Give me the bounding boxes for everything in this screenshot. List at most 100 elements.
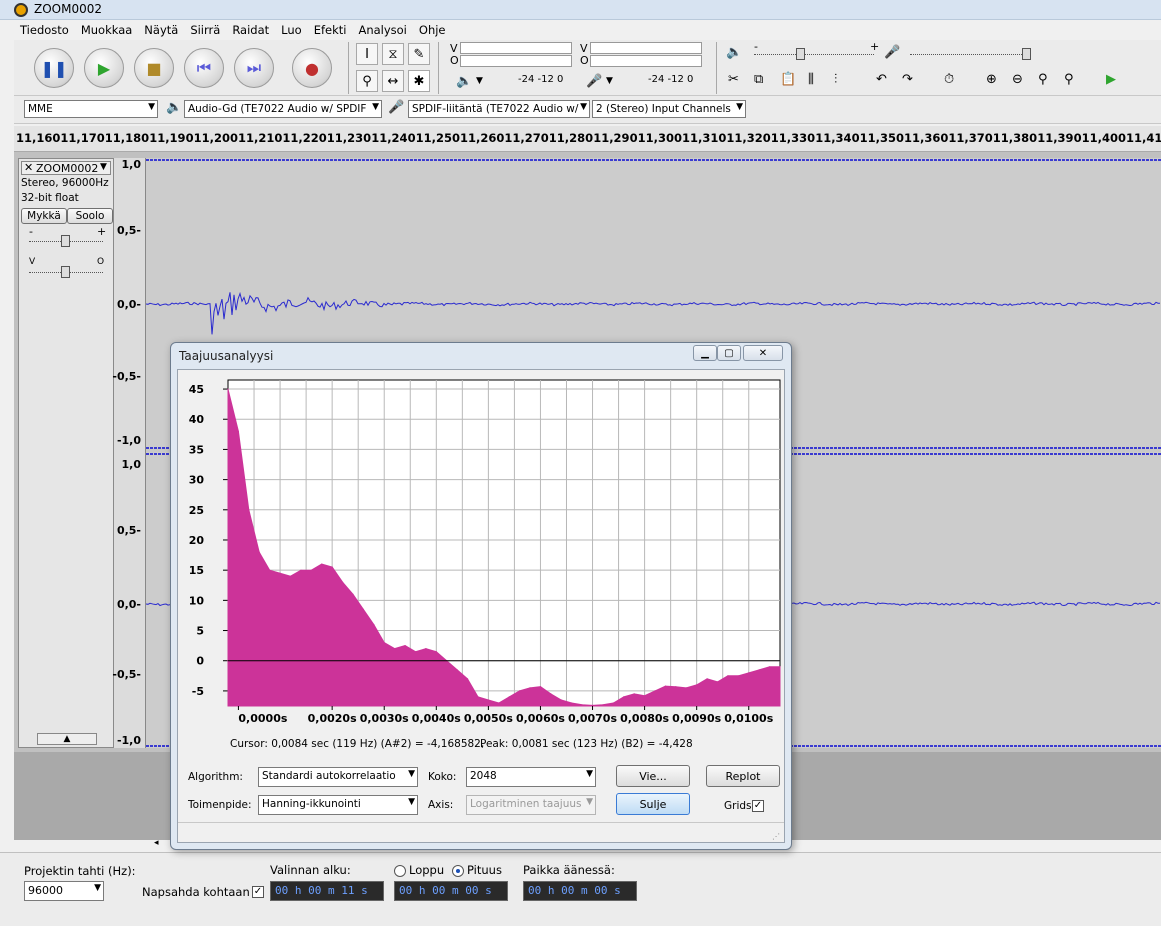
- data-point: [748, 672, 750, 674]
- data-point: [675, 686, 677, 688]
- selection-length-time[interactable]: 00 h 00 m 00 s: [394, 881, 508, 901]
- end-radio[interactable]: [394, 864, 406, 877]
- data-point: [539, 686, 542, 688]
- menu-help[interactable]: Ohje: [413, 20, 452, 37]
- close-button[interactable]: ✕: [743, 345, 783, 361]
- play-button[interactable]: ▶: [84, 48, 124, 88]
- slider-thumb[interactable]: [61, 235, 70, 247]
- length-radio[interactable]: [452, 864, 464, 877]
- chevron-down-icon: ▼: [408, 797, 415, 807]
- check-icon: ✓: [752, 800, 764, 812]
- project-rate-select[interactable]: 96000 ▼: [24, 881, 104, 901]
- menu-edit[interactable]: Muokkaa: [75, 20, 138, 37]
- chevron-down-icon[interactable]: ▼: [606, 76, 613, 86]
- chevron-down-icon: ▼: [148, 102, 155, 112]
- menu-analyze[interactable]: Analysoi: [352, 20, 412, 37]
- envelope-tool[interactable]: ⧖: [382, 43, 404, 65]
- close-dialog-button[interactable]: Sulje: [616, 793, 690, 815]
- solo-button[interactable]: Soolo: [67, 208, 113, 224]
- play-at-speed-icon[interactable]: ▶: [1106, 72, 1116, 87]
- timeshift-tool[interactable]: ↔: [382, 70, 404, 92]
- x-tick-label: 0,0020s: [308, 712, 357, 725]
- slider-thumb[interactable]: [1022, 48, 1031, 60]
- audio-position-time[interactable]: 00 h 00 m 00 s: [523, 881, 637, 901]
- selection-start-time[interactable]: 00 h 00 m 11 s: [270, 881, 384, 901]
- play-meter-right[interactable]: [460, 55, 572, 67]
- menu-transport[interactable]: Siirrä: [184, 20, 226, 37]
- slider-thumb[interactable]: [61, 266, 70, 278]
- microphone-icon[interactable]: 🎤: [586, 74, 602, 89]
- x-tick-label: 0,0060s: [516, 712, 565, 725]
- length-label: Pituus: [467, 863, 502, 877]
- close-icon[interactable]: ✕: [24, 161, 33, 174]
- chevron-down-icon[interactable]: ▼: [476, 76, 483, 86]
- maximize-button[interactable]: ▢: [717, 345, 741, 361]
- amplitude-tick-label: -1,0: [116, 734, 141, 747]
- redo-icon[interactable]: ↷: [902, 72, 913, 87]
- host-select[interactable]: MME ▼: [24, 100, 158, 118]
- copy-icon[interactable]: ⧉: [754, 72, 763, 87]
- replot-button[interactable]: Replot: [706, 765, 780, 787]
- undo-icon[interactable]: ↶: [876, 72, 887, 87]
- paste-icon[interactable]: 📋: [780, 72, 796, 87]
- rec-meter-right[interactable]: [590, 55, 702, 67]
- microphone-icon: 🎤: [884, 45, 901, 60]
- mute-button[interactable]: Mykkä: [21, 208, 67, 224]
- ruler-tick-label: 11,220: [282, 131, 327, 145]
- data-point: [769, 666, 771, 668]
- speaker-icon[interactable]: 🔈: [456, 74, 472, 89]
- function-select[interactable]: Hanning-ikkunointi ▼: [258, 795, 418, 815]
- selection-tool[interactable]: I: [356, 43, 378, 65]
- record-button[interactable]: ●: [292, 48, 332, 88]
- axis-select[interactable]: Logaritminen taajuus ▼: [466, 795, 596, 815]
- channels-select[interactable]: 2 (Stereo) Input Channels ▼: [592, 100, 746, 118]
- amplitude-tick-label: -1,0: [116, 434, 141, 447]
- trim-icon[interactable]: ⫼: [808, 72, 814, 87]
- cut-icon[interactable]: ✂: [728, 72, 739, 87]
- multi-tool[interactable]: ✱: [408, 70, 430, 92]
- frequency-analysis-dialog[interactable]: Taajuusanalyysi ▁ ▢ ✕ 45 40 35 30 25 20 15 10 5 0…: [170, 342, 792, 850]
- pause-button[interactable]: ❚❚: [34, 48, 74, 88]
- stop-button[interactable]: ■: [134, 48, 174, 88]
- menu-generate[interactable]: Luo: [275, 20, 308, 37]
- zoom-tool[interactable]: ⚲: [356, 70, 378, 92]
- menu-effect[interactable]: Efekti: [308, 20, 353, 37]
- rec-meter-left[interactable]: [590, 42, 702, 54]
- menu-view[interactable]: Näytä: [138, 20, 184, 37]
- chevron-down-icon[interactable]: ▼: [100, 162, 107, 172]
- export-button[interactable]: Vie...: [616, 765, 690, 787]
- data-point: [623, 696, 625, 698]
- input-device-select[interactable]: SPDIF-liitäntä (TE7022 Audio w/▼: [408, 100, 590, 118]
- zoom-out-icon[interactable]: ⊖: [1012, 72, 1023, 87]
- collapse-track-button[interactable]: ▲: [37, 733, 97, 745]
- size-select[interactable]: 2048 ▼: [466, 767, 596, 787]
- algorithm-select[interactable]: Standardi autokorrelaatio ▼: [258, 767, 418, 787]
- resize-grip-icon[interactable]: ⋰: [772, 832, 780, 841]
- skip-end-button[interactable]: ⏭: [234, 48, 274, 88]
- playback-volume-slider[interactable]: [754, 54, 874, 55]
- track-control-panel[interactable]: ✕ ZOOM0002 ▼ Stereo, 96000Hz 32-bit floa…: [18, 158, 114, 748]
- window-titlebar: ZOOM0002: [0, 0, 1161, 20]
- sync-lock-icon[interactable]: ⏱: [944, 72, 954, 87]
- zoom-in-icon[interactable]: ⊕: [986, 72, 997, 87]
- draw-tool[interactable]: ✎: [408, 43, 430, 65]
- slider-thumb[interactable]: [796, 48, 805, 60]
- silence-icon[interactable]: ⫶: [834, 72, 837, 87]
- timeshift-icon: ↔: [387, 73, 399, 89]
- snap-checkbox[interactable]: ✓: [252, 885, 264, 898]
- autocorrelation-plot[interactable]: 45 40 35 30 25 20 15 10 5 0 -5 0,0000s 0,0020s 0,0030…: [178, 370, 784, 760]
- menu-tracks[interactable]: Raidat: [226, 20, 275, 37]
- menu-file[interactable]: Tiedosto: [14, 20, 75, 37]
- minimize-button[interactable]: ▁: [693, 345, 717, 361]
- skip-start-button[interactable]: ⏮: [184, 48, 224, 88]
- play-meter-left[interactable]: [460, 42, 572, 54]
- output-device-select[interactable]: Audio-Gd (TE7022 Audio w/ SPDIF ▼: [184, 100, 382, 118]
- track-name: ZOOM0002: [36, 162, 99, 175]
- track-header[interactable]: ✕ ZOOM0002 ▼: [21, 161, 111, 175]
- fit-project-icon[interactable]: ⚲: [1064, 72, 1074, 87]
- timeline-ruler[interactable]: 11,160 11,170 11,180 11,190 11,200 11,210 11,2…: [14, 126, 1161, 152]
- fit-selection-icon[interactable]: ⚲: [1038, 72, 1048, 87]
- scroll-left-icon[interactable]: ◂: [154, 838, 159, 848]
- record-volume-slider[interactable]: [910, 54, 1030, 55]
- grids-checkbox[interactable]: ✓: [752, 799, 764, 812]
